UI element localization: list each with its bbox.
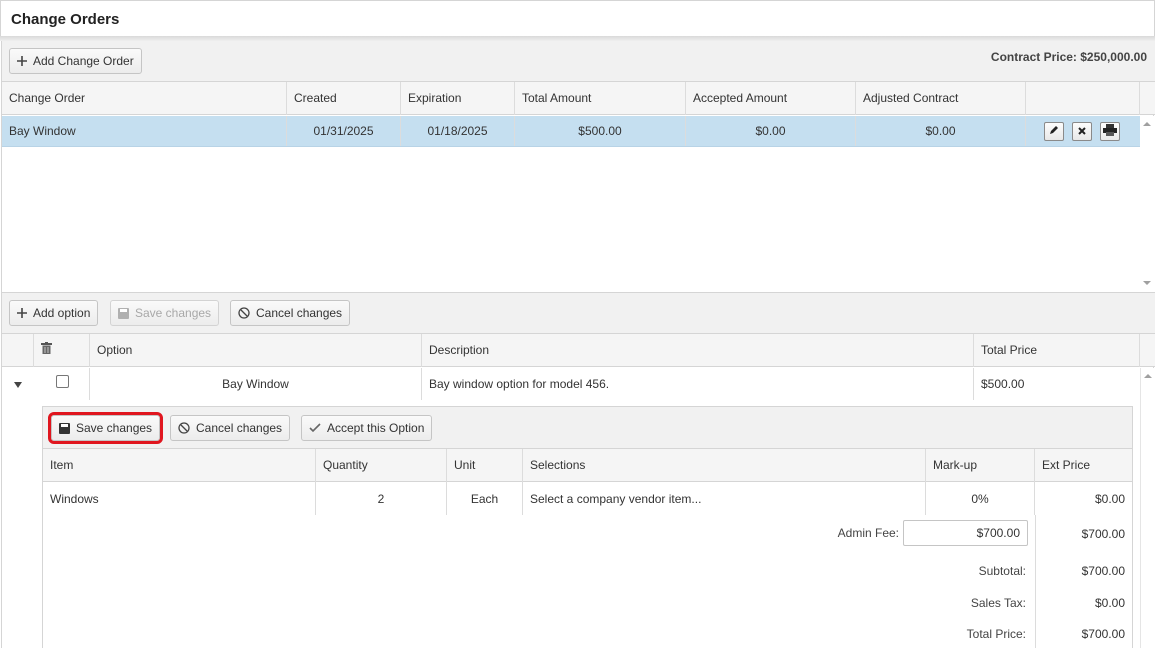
save-icon [118,307,129,319]
page-title: Change Orders [11,11,120,28]
option-description: Bay window option for model 456. [422,368,974,400]
edit-button[interactable] [1044,122,1064,141]
table-row[interactable]: Bay Window 01/31/2025 01/18/2025 $500.00… [2,116,1140,147]
table-row[interactable]: Bay Window Bay window option for model 4… [2,368,1140,400]
order-name: Bay Window [2,116,287,146]
orders-scrollbar[interactable] [1140,116,1154,292]
caret-down-icon [14,377,22,391]
col-actions [1026,82,1140,115]
col-ext-price[interactable]: Ext Price [1035,449,1132,482]
printer-icon [1103,124,1117,139]
pencil-icon [1048,124,1060,139]
totals-divider [1035,515,1036,648]
subtotal-label: Subtotal: [978,564,1026,578]
option-name: Bay Window [90,368,422,400]
items-table-header: Item Quantity Unit Selections Mark-up Ex… [43,449,1132,482]
print-button[interactable] [1100,122,1120,141]
save-option-label: Save changes [76,421,153,435]
scroll-down-icon[interactable] [1143,281,1151,285]
change-orders-panel: Add Change Order Contract Price: $250,00… [1,41,1155,648]
total-price-label: Total Price: [966,627,1026,641]
add-option-label: Add option [33,306,91,320]
option-checkbox[interactable] [56,374,69,388]
expand-toggle[interactable] [2,368,34,400]
total-price-value: $700.00 [1081,627,1125,641]
col-quantity[interactable]: Quantity [316,449,447,482]
admin-fee-label: Admin Fee: [837,526,899,540]
order-adjusted-contract: $0.00 [856,116,1026,146]
col-adjusted-contract[interactable]: Adjusted Contract [856,82,1026,115]
col-option[interactable]: Option [90,334,422,367]
add-change-order-button[interactable]: Add Change Order [9,48,142,74]
plus-icon [17,308,27,318]
scroll-up-icon[interactable] [1144,374,1152,378]
cancel-changes-button[interactable]: Cancel changes [230,300,351,326]
order-total-amount: $500.00 [515,116,686,146]
save-changes-button[interactable]: Save changes [110,300,220,326]
cancel-changes-label: Cancel changes [256,306,343,320]
cancel-option-button[interactable]: Cancel changes [170,415,291,441]
col-selections[interactable]: Selections [523,449,926,482]
title-bar: Change Orders [0,0,1155,37]
accept-option-label: Accept this Option [327,421,425,435]
item-name: Windows [43,482,316,515]
trash-icon [41,334,52,367]
col-accepted-amount[interactable]: Accepted Amount [686,82,856,115]
cancel-icon [178,422,190,434]
col-change-order[interactable]: Change Order [2,82,287,115]
col-unit[interactable]: Unit [447,449,523,482]
col-select [34,334,90,367]
admin-fee-value: $700.00 [1081,527,1125,541]
cancel-option-label: Cancel changes [196,421,283,435]
plus-icon [17,56,27,66]
col-expand [2,334,34,367]
col-total-amount[interactable]: Total Amount [515,82,686,115]
order-actions [1026,116,1140,146]
change-order-toolbar: Add Change Order Contract Price: $250,00… [2,41,1155,82]
scroll-up-icon[interactable] [1143,122,1151,126]
subtotal-value: $700.00 [1081,564,1125,578]
item-markup[interactable]: 0% [926,482,1035,515]
col-created[interactable]: Created [287,82,401,115]
admin-fee-input[interactable]: $700.00 [903,520,1028,546]
options-scrollbar[interactable] [1140,368,1154,648]
item-selection[interactable]: Select a company vendor item... [523,482,926,515]
orders-table-header: Change Order Created Expiration Total Am… [2,82,1155,115]
option-detail: Save changes Cancel changes Accept this … [42,406,1133,648]
col-description[interactable]: Description [422,334,974,367]
add-option-button[interactable]: Add option [9,300,99,326]
cancel-icon [238,307,250,319]
options-table-header: Option Description Total Price [2,334,1155,367]
item-unit: Each [447,482,523,515]
save-icon [59,422,70,434]
item-quantity[interactable]: 2 [316,482,447,515]
option-checkbox-cell [34,368,90,400]
close-icon [1077,125,1087,139]
col-item[interactable]: Item [43,449,316,482]
order-expiration: 01/18/2025 [401,116,515,146]
order-accepted-amount: $0.00 [686,116,856,146]
item-ext-price: $0.00 [1094,491,1125,506]
accept-option-button[interactable]: Accept this Option [301,415,433,441]
order-created: 01/31/2025 [287,116,401,146]
sales-tax-label: Sales Tax: [970,596,1026,610]
options-toolbar: Add option Save changes Cancel changes [2,292,1155,334]
detail-toolbar: Save changes Cancel changes Accept this … [43,407,1132,449]
save-option-button[interactable]: Save changes [47,412,164,444]
delete-button[interactable] [1072,122,1092,141]
checkmark-icon [309,423,321,433]
col-expiration[interactable]: Expiration [401,82,515,115]
col-total-price[interactable]: Total Price [974,334,1140,367]
col-markup[interactable]: Mark-up [926,449,1035,482]
sales-tax-value: $0.00 [1094,596,1125,610]
option-total-price: $500.00 [981,377,1025,391]
table-row[interactable]: Windows 2 Each Select a company vendor i… [43,482,1132,515]
save-changes-label: Save changes [135,306,212,320]
contract-price: Contract Price: $250,000.00 [990,50,1147,64]
add-change-order-label: Add Change Order [33,54,134,68]
